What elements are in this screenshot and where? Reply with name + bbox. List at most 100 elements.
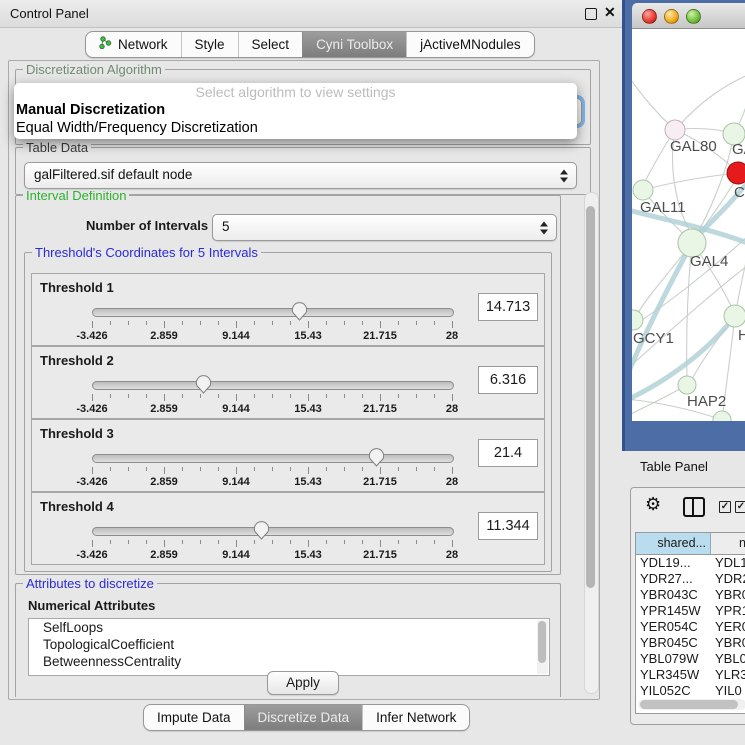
tick-mark — [92, 394, 93, 401]
threshold-slider[interactable]: -3.4262.8599.14415.4321.71528 — [92, 304, 452, 342]
dropdown-option[interactable]: Manual Discretization — [14, 101, 577, 119]
tab-jactivemnodules[interactable]: jActiveMNodules — [406, 32, 534, 57]
tab-network[interactable]: Network — [86, 32, 181, 57]
float-icon[interactable] — [585, 8, 597, 20]
threshold-slider[interactable]: -3.4262.8599.14415.4321.71528 — [92, 450, 452, 488]
tick-mark — [218, 540, 219, 544]
tab-impute-data[interactable]: Impute Data — [144, 705, 244, 730]
checkbox-icon[interactable]: ✓ — [719, 501, 731, 513]
node-label: GA — [732, 141, 745, 158]
table-row[interactable]: YBR043CYBR0 — [636, 587, 745, 603]
table-row[interactable]: YDL19...YDL1 — [636, 555, 745, 571]
table-row[interactable]: YLR345WYLR3 — [636, 667, 745, 683]
list-item[interactable]: SelfLoops — [29, 619, 549, 636]
threshold-value-field[interactable]: 14.713 — [478, 293, 538, 321]
slider-track[interactable] — [92, 527, 454, 536]
slider-thumb[interactable] — [368, 448, 385, 467]
threshold-value-field[interactable]: 21.4 — [478, 439, 538, 467]
tick-mark — [272, 321, 273, 325]
dropdown-prompt: Select algorithm to view settings — [14, 83, 577, 101]
tick-mark — [326, 540, 327, 544]
tick-mark — [236, 540, 237, 547]
table-cell: YIL0 — [711, 683, 745, 699]
tick-label: 15.43 — [294, 549, 322, 561]
slider-thumb[interactable] — [253, 521, 270, 540]
table-cell: YBR0 — [711, 635, 745, 651]
tick-mark — [182, 321, 183, 325]
node-label: C — [734, 184, 745, 201]
tick-mark — [182, 540, 183, 544]
slider-track[interactable] — [92, 381, 454, 390]
number-of-intervals-combobox[interactable]: 5 — [212, 214, 557, 241]
column-header-shared-name[interactable]: shared... — [636, 533, 711, 554]
tab-infer-network[interactable]: Infer Network — [362, 705, 469, 730]
table-horizontal-scrollbar[interactable] — [638, 699, 745, 710]
table-row[interactable]: YBL079WYBL0 — [636, 651, 745, 667]
table-row[interactable]: YIL052CYIL0 — [636, 683, 745, 699]
tab-cyni-toolbox[interactable]: Cyni Toolbox — [302, 32, 406, 57]
panel-scrollbar[interactable] — [584, 192, 599, 694]
tick-label: 2.859 — [150, 476, 178, 488]
tab-discretize-data[interactable]: Discretize Data — [244, 705, 363, 730]
threshold-slider[interactable]: -3.4262.8599.14415.4321.71528 — [92, 523, 452, 561]
tick-mark — [434, 540, 435, 544]
slider-thumb[interactable] — [195, 375, 212, 394]
threshold-label: Threshold 2 — [40, 353, 114, 368]
tick-mark — [290, 321, 291, 325]
table-row[interactable]: YDR27...YDR2 — [636, 571, 745, 587]
slider-thumb[interactable] — [291, 302, 308, 321]
slider-tick-labels: -3.4262.8599.14415.4321.71528 — [92, 549, 452, 561]
threshold-value-field[interactable]: 11.344 — [478, 512, 538, 540]
table-row[interactable]: YPR145WYPR1 — [636, 603, 745, 619]
apply-button[interactable]: Apply — [267, 671, 339, 695]
network-edge[interactable] — [632, 74, 675, 130]
slider-track[interactable] — [92, 454, 454, 463]
network-node-GAL11[interactable] — [633, 180, 653, 200]
network-window-titlebar[interactable] — [632, 3, 745, 29]
scrollbar-thumb[interactable] — [640, 700, 738, 709]
checkbox-icon[interactable]: ✓ — [735, 501, 745, 513]
tick-mark — [380, 540, 381, 547]
network-node[interactable] — [713, 411, 731, 421]
list-item[interactable]: BetweennessCentrality — [29, 653, 549, 670]
minimize-traffic-light-icon[interactable] — [664, 9, 679, 24]
tick-mark — [380, 394, 381, 401]
tab-select[interactable]: Select — [238, 32, 303, 57]
table-data-combobox[interactable]: galFiltered.sif default node — [24, 162, 577, 189]
list-scrollbar[interactable] — [537, 620, 548, 674]
zoom-traffic-light-icon[interactable] — [686, 9, 701, 24]
table-cell: YPR1 — [711, 603, 745, 619]
gear-icon[interactable]: ⚙ — [645, 494, 661, 515]
attributes-list[interactable]: SelfLoops TopologicalCoefficient Between… — [28, 618, 550, 676]
close-icon[interactable]: ✕ — [604, 4, 616, 21]
tick-mark — [182, 467, 183, 471]
network-node-H[interactable] — [724, 305, 745, 327]
table-row[interactable]: YBR045CYBR0 — [636, 635, 745, 651]
tick-mark — [110, 321, 111, 325]
network-node-C[interactable] — [727, 162, 745, 184]
scrollbar-thumb[interactable] — [538, 621, 546, 663]
table-row[interactable]: YER054CYER0 — [636, 619, 745, 635]
tab-style[interactable]: Style — [181, 32, 238, 57]
threshold-slider[interactable]: -3.4262.8599.14415.4321.71528 — [92, 377, 452, 415]
column-header-name[interactable]: n — [711, 533, 745, 554]
cyni-toolbox-panel: Discretization Algorithm Table Data galF… — [8, 60, 600, 700]
slider-ticks — [92, 540, 452, 548]
network-edge[interactable] — [675, 74, 745, 130]
close-traffic-light-icon[interactable] — [642, 9, 657, 24]
network-canvas[interactable]: GAL80GACGAL11GAL4GCY1HHAP2 — [632, 29, 745, 421]
tick-mark — [416, 321, 417, 325]
tick-label: 9.144 — [222, 476, 250, 488]
combo-stepper-icon — [560, 168, 569, 183]
network-edge[interactable] — [643, 174, 729, 190]
network-node-GAL80[interactable] — [665, 120, 685, 140]
split-columns-icon[interactable] — [683, 497, 705, 517]
scrollbar-thumb[interactable] — [586, 206, 595, 588]
network-node-HAP2[interactable] — [678, 376, 696, 394]
tick-mark — [200, 467, 201, 471]
list-item[interactable]: TopologicalCoefficient — [29, 636, 549, 653]
dropdown-option[interactable]: Equal Width/Frequency Discretization — [14, 119, 577, 137]
threshold-value-field[interactable]: 6.316 — [478, 366, 538, 394]
slider-track[interactable] — [92, 308, 454, 317]
network-node-GCY1[interactable] — [632, 310, 643, 330]
